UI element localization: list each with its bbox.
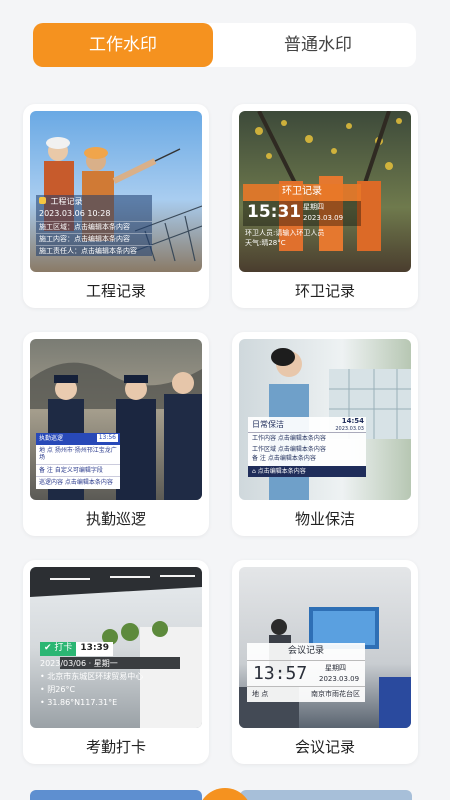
watermark-footer: 点击编辑本条内容 [257, 467, 306, 475]
location-pin-icon [39, 197, 46, 204]
attendance-photo: ✔ 打卡 13:39 2023/03/06 · 星期一 • 北京市东城区环球贸易… [30, 567, 202, 728]
template-card-meeting[interactable]: 会议记录 13:57 星期四 2023.03.09 地 点 南京市雨花台区 会议… [232, 560, 418, 764]
engineering-photo: 工程记录 2023.03.06 10:28 施工区域：点击编辑本条内容 施工内容… [30, 111, 202, 272]
watermark-time: 14:54 [341, 417, 364, 425]
watermark-datetime: 2023.03.06 10:28 [39, 209, 111, 218]
watermark-place-label: 地 点 [252, 690, 269, 699]
watermark-time: 13:39 [76, 642, 114, 656]
sanitation-photo: 环卫记录 15:31 星期四 2023.03.09 环卫人员:请输入环卫人员 天… [239, 111, 411, 272]
engineering-watermark: 工程记录 2023.03.06 10:28 施工区域：点击编辑本条内容 施工内容… [36, 195, 152, 257]
watermark-title: 执勤巡逻 [39, 435, 64, 442]
tab-work-watermark[interactable]: 工作水印 [33, 23, 213, 67]
watermark-date: 2023.03.09 [319, 675, 360, 684]
watermark-footer: 巡逻内容 点击编辑本条内容 [39, 479, 113, 486]
patrol-photo: 执勤巡逻 13:56 地 点 扬州市·扬州邗江宝龙广场 备 注 自定义可编辑字段… [30, 339, 202, 500]
watermark-tabs: 工作水印 普通水印 [33, 23, 416, 67]
watermark-date: 2023.03.09 [303, 213, 344, 222]
attendance-watermark: ✔ 打卡 13:39 2023/03/06 · 星期一 • 北京市东城区环球贸易… [40, 642, 150, 708]
template-card-patrol[interactable]: 执勤巡逻 13:56 地 点 扬州市·扬州邗江宝龙广场 备 注 自定义可编辑字段… [23, 332, 209, 536]
card-label: 执勤巡逻 [85, 510, 146, 528]
template-card-engineering[interactable]: 工程记录 2023.03.06 10:28 施工区域：点击编辑本条内容 施工内容… [23, 104, 209, 308]
watermark-weather: 阴26°C [47, 685, 76, 694]
watermark-weather: 天气:晴28°C [245, 239, 286, 248]
cleaning-photo: 日常保洁 14:54 2023.03.03 工作内容 点击编辑本条内容 工作区域… [239, 339, 411, 500]
watermark-badge: 打卡 [54, 643, 73, 653]
watermark-row: 施工区域：点击编辑本条内容 [36, 221, 152, 233]
watermark-row: 地 点 扬州市·扬州邗江宝龙广场 [36, 445, 120, 465]
watermark-time: 13:57 [253, 663, 308, 685]
watermark-weekday: 星期四 [325, 664, 346, 673]
watermark-row: 施工内容：点击编辑本条内容 [36, 232, 152, 245]
watermark-title: 工程记录 [50, 197, 83, 206]
watermark-date: 2023.03.03 [335, 426, 364, 432]
watermark-time: 13:56 [96, 434, 118, 442]
watermark-row: 施工责任人：点击编辑本条内容 [36, 244, 152, 257]
next-card-peek-right [240, 790, 412, 800]
template-card-sanitation[interactable]: 环卫记录 15:31 星期四 2023.03.09 环卫人员:请输入环卫人员 天… [232, 104, 418, 308]
watermark-date: 2023/03/06 · 星期一 [40, 659, 118, 668]
watermark-weekday: 星期四 [303, 202, 324, 211]
watermark-row: 备 注 点击编辑本条内容 [252, 455, 316, 462]
watermark-location: 北京市东城区环球贸易中心 [47, 672, 144, 681]
watermark-row: 工作内容 点击编辑本条内容 [252, 435, 326, 442]
cleaning-watermark: 日常保洁 14:54 2023.03.03 工作内容 点击编辑本条内容 工作区域… [248, 417, 366, 477]
watermark-row: 备 注 自定义可编辑字段 [36, 465, 120, 477]
meeting-watermark: 会议记录 13:57 星期四 2023.03.09 地 点 南京市雨花台区 [247, 643, 365, 702]
meeting-photo: 会议记录 13:57 星期四 2023.03.09 地 点 南京市雨花台区 [239, 567, 411, 728]
card-label: 考勤打卡 [85, 738, 146, 756]
watermark-row: 工作区域 点击编辑本条内容 [252, 445, 326, 453]
tab-normal-watermark[interactable]: 普通水印 [223, 23, 413, 67]
watermark-staff: 环卫人员:请输入环卫人员 [245, 228, 325, 237]
check-icon: ✔ [44, 643, 55, 653]
card-label: 工程记录 [85, 282, 146, 300]
template-card-cleaning[interactable]: 日常保洁 14:54 2023.03.03 工作内容 点击编辑本条内容 工作区域… [232, 332, 418, 536]
patrol-watermark: 执勤巡逻 13:56 地 点 扬州市·扬州邗江宝龙广场 备 注 自定义可编辑字段… [36, 433, 120, 489]
watermark-title: 日常保洁 [252, 420, 284, 429]
sanitation-watermark: 环卫记录 15:31 星期四 2023.03.09 环卫人员:请输入环卫人员 天… [243, 184, 361, 249]
card-label: 会议记录 [294, 738, 355, 756]
watermark-coords: 31.86°N117.31°E [47, 698, 118, 707]
card-label: 环卫记录 [294, 282, 355, 300]
card-label: 物业保洁 [294, 510, 355, 528]
watermark-title: 会议记录 [247, 643, 365, 662]
next-row-peek [0, 788, 450, 800]
template-card-attendance[interactable]: ✔ 打卡 13:39 2023/03/06 · 星期一 • 北京市东城区环球贸易… [23, 560, 209, 764]
watermark-title: 环卫记录 [243, 184, 361, 201]
watermark-time: 15:31 [247, 201, 302, 222]
watermark-place: 南京市雨花台区 [311, 690, 360, 699]
next-card-peek-left [30, 790, 202, 800]
